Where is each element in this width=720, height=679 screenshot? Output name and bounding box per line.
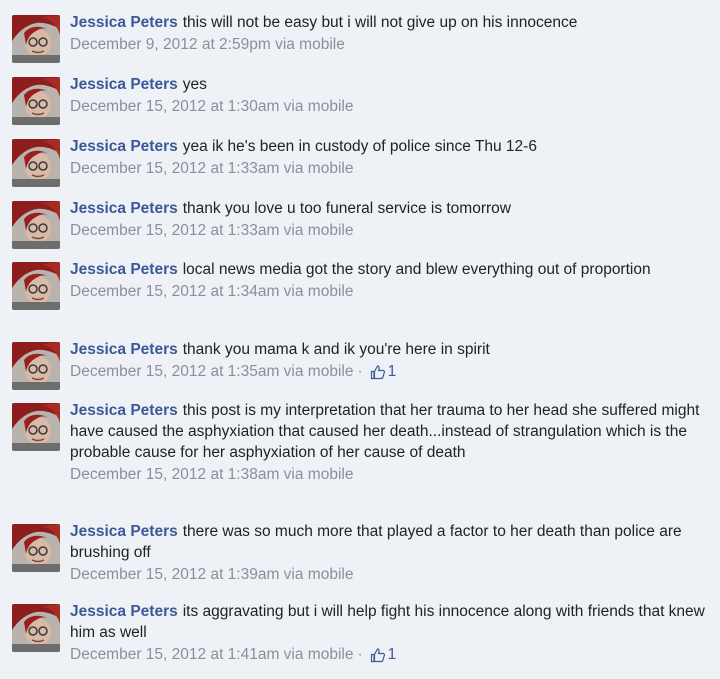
avatar[interactable] <box>12 139 60 187</box>
comment-meta: December 15, 2012 at 1:35am via mobile ·… <box>70 361 710 382</box>
comment-meta: December 15, 2012 at 1:33am via mobile <box>70 158 710 179</box>
comment: Jessica Peters local news media got the s… <box>0 259 720 339</box>
comment: Jessica Peters this will not be easy but … <box>0 12 720 74</box>
author-name[interactable]: Jessica Peters <box>70 402 178 419</box>
comment-text-line: Jessica Peters thank you love u too funer… <box>70 198 710 219</box>
timestamp[interactable]: December 15, 2012 at 1:33am via mobile <box>70 220 353 241</box>
timestamp[interactable]: December 15, 2012 at 1:38am via mobile <box>70 464 353 485</box>
comment-text-line: Jessica Peters there was so much more tha… <box>70 521 710 563</box>
avatar-photo <box>12 604 60 652</box>
author-name[interactable]: Jessica Peters <box>70 138 178 155</box>
comment: Jessica Peters there was so much more tha… <box>0 521 720 601</box>
author-name[interactable]: Jessica Peters <box>70 341 178 358</box>
avatar-photo <box>12 524 60 572</box>
avatar-photo <box>12 139 60 187</box>
comment-meta: December 15, 2012 at 1:34am via mobile <box>70 281 710 302</box>
avatar-photo <box>12 201 60 249</box>
timestamp[interactable]: December 15, 2012 at 1:41am via mobile <box>70 644 353 665</box>
avatar[interactable] <box>12 403 60 451</box>
comment-meta: December 15, 2012 at 1:39am via mobile <box>70 564 710 585</box>
timestamp[interactable]: December 15, 2012 at 1:35am via mobile <box>70 361 353 382</box>
avatar-photo <box>12 262 60 310</box>
avatar-photo <box>12 15 60 63</box>
thumbs-up-icon <box>370 364 386 380</box>
comment-text: yes <box>182 76 207 93</box>
comment-text-line: Jessica Peters local news media got the s… <box>70 259 710 280</box>
thumbs-up-icon <box>370 647 386 663</box>
comment-text: this will not be easy but i will not giv… <box>182 14 578 31</box>
avatar-photo <box>12 403 60 451</box>
separator-dot: · <box>357 363 363 380</box>
comment-meta: December 15, 2012 at 1:33am via mobile <box>70 220 710 241</box>
comment-meta: December 15, 2012 at 1:38am via mobile <box>70 464 710 485</box>
avatar[interactable] <box>12 262 60 310</box>
comment-meta: December 15, 2012 at 1:30am via mobile <box>70 96 710 117</box>
like-count-value: 1 <box>387 363 397 380</box>
comment-text-line: Jessica Peters yea ik he's been in custod… <box>70 136 710 157</box>
comment-feed: Jessica Peters this will not be easy but … <box>0 0 720 679</box>
comment-text-line: Jessica Peters this will not be easy but … <box>70 12 710 33</box>
author-name[interactable]: Jessica Peters <box>70 200 178 217</box>
like-count[interactable]: 1 <box>367 644 397 665</box>
timestamp[interactable]: December 15, 2012 at 1:34am via mobile <box>70 281 353 302</box>
avatar-photo <box>12 77 60 125</box>
author-name[interactable]: Jessica Peters <box>70 523 178 540</box>
like-count-value: 1 <box>387 646 397 663</box>
timestamp[interactable]: December 15, 2012 at 1:39am via mobile <box>70 564 353 585</box>
comment-text: thank you mama k and ik you're here in s… <box>182 341 490 358</box>
avatar[interactable] <box>12 201 60 249</box>
timestamp[interactable]: December 15, 2012 at 1:30am via mobile <box>70 96 353 117</box>
comment-text-line: Jessica Peters yes <box>70 74 710 95</box>
separator-dot: · <box>357 646 363 663</box>
author-name[interactable]: Jessica Peters <box>70 76 178 93</box>
comment-text-line: Jessica Peters its aggravating but i will… <box>70 601 710 643</box>
author-name[interactable]: Jessica Peters <box>70 14 178 31</box>
comment: Jessica Peters this post is my interpreta… <box>0 400 720 521</box>
timestamp[interactable]: December 15, 2012 at 1:33am via mobile <box>70 158 353 179</box>
comment-text: thank you love u too funeral service is … <box>182 200 511 217</box>
avatar[interactable] <box>12 15 60 63</box>
comment-text-line: Jessica Peters this post is my interpreta… <box>70 400 710 463</box>
comment-meta: December 15, 2012 at 1:41am via mobile ·… <box>70 644 710 665</box>
timestamp[interactable]: December 9, 2012 at 2:59pm via mobile <box>70 34 345 55</box>
like-count[interactable]: 1 <box>367 361 397 382</box>
avatar[interactable] <box>12 524 60 572</box>
comment-meta: December 9, 2012 at 2:59pm via mobile <box>70 34 710 55</box>
avatar-photo <box>12 342 60 390</box>
avatar[interactable] <box>12 77 60 125</box>
comment-text-line: Jessica Peters thank you mama k and ik yo… <box>70 339 710 360</box>
comment: Jessica Peters yea ik he's been in custod… <box>0 136 720 198</box>
author-name[interactable]: Jessica Peters <box>70 261 178 278</box>
comment: Jessica Peters thank you love u too funer… <box>0 198 720 259</box>
comment: Jessica Peters its aggravating but i will… <box>0 601 720 676</box>
author-name[interactable]: Jessica Peters <box>70 603 178 620</box>
comment-text: local news media got the story and blew … <box>182 261 651 278</box>
comment-text: yea ik he's been in custody of police si… <box>182 138 537 155</box>
comment: Jessica Peters thank you mama k and ik yo… <box>0 339 720 400</box>
avatar[interactable] <box>12 604 60 652</box>
comment: Jessica Peters yes December 15, 2012 at 1… <box>0 74 720 136</box>
avatar[interactable] <box>12 342 60 390</box>
